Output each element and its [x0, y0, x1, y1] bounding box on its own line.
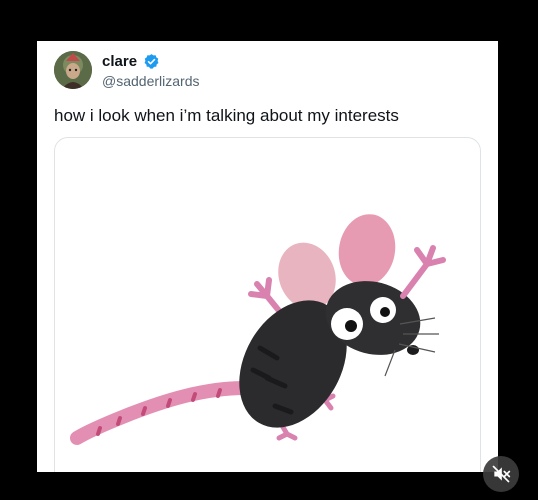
mouse-ear-right: [338, 214, 396, 286]
speaker-muted-icon: [492, 465, 511, 483]
avatar-image: [54, 51, 92, 89]
media-frame[interactable]: [54, 137, 481, 472]
mouse-illustration: [70, 214, 446, 445]
mouse-right-arm: [400, 245, 446, 299]
mute-button[interactable]: [483, 456, 519, 492]
tweet-text: how i look when i’m talking about my int…: [54, 106, 399, 125]
user-handle[interactable]: @sadderlizards: [102, 73, 199, 89]
avatar[interactable]: [54, 51, 92, 89]
tweet-card: clare @sadderlizards how i look when i’m…: [37, 41, 498, 472]
author-row: clare: [102, 53, 160, 70]
display-name[interactable]: clare: [102, 53, 137, 70]
verified-badge-icon: [144, 54, 159, 69]
